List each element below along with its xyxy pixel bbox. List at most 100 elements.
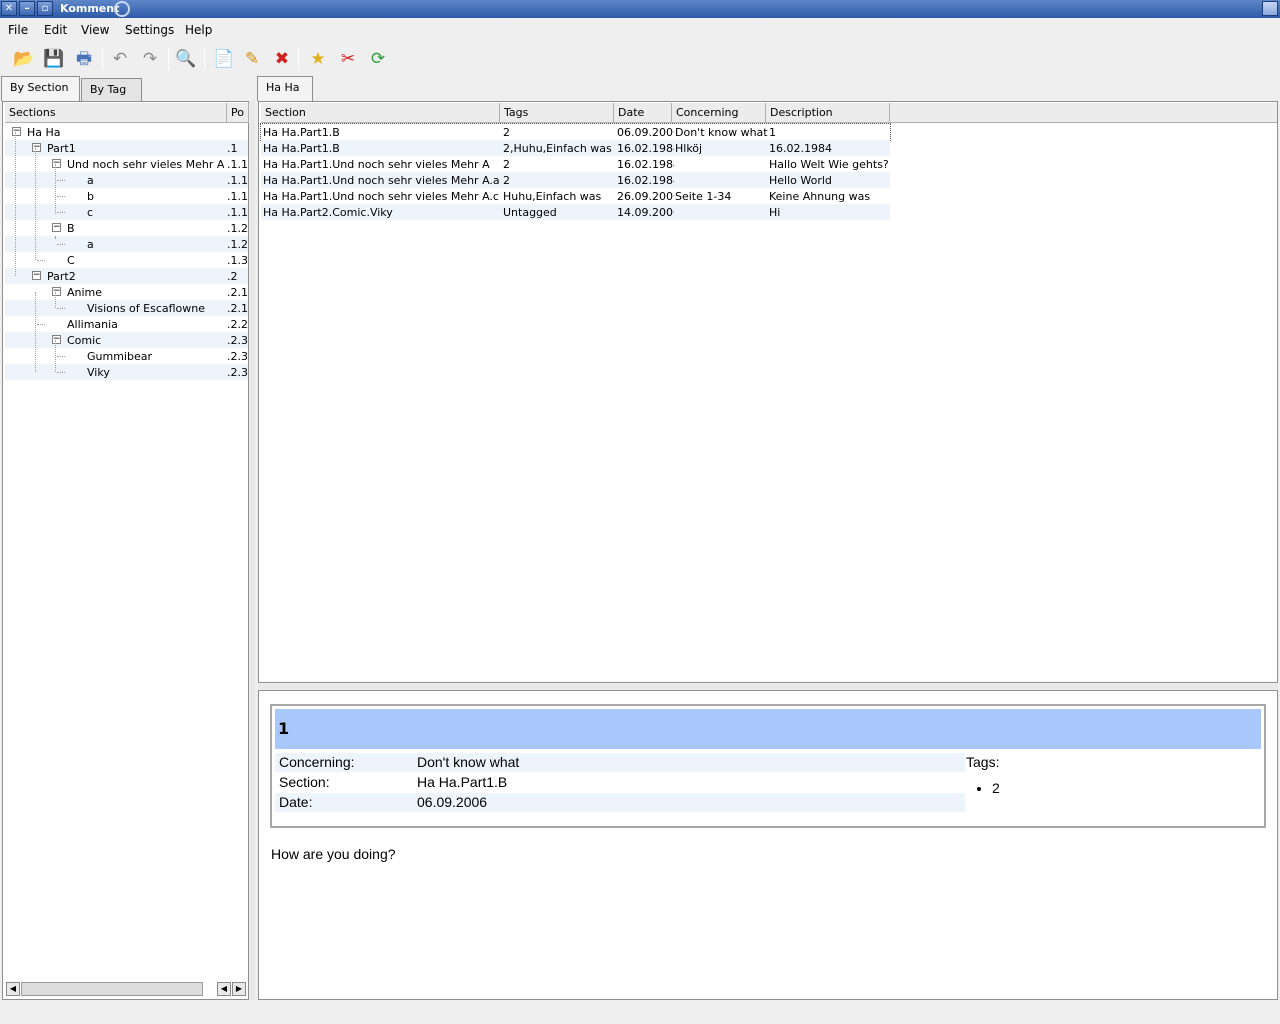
add-section-icon[interactable]: ★ xyxy=(306,47,330,71)
tab-document[interactable]: Ha Ha xyxy=(257,76,313,101)
collapse-icon[interactable]: − xyxy=(52,223,61,232)
tree-row[interactable]: Viky .2.3 xyxy=(5,364,248,380)
comment-row[interactable]: Ha Ha.Part1.Und noch sehr vieles Mehr A.… xyxy=(261,188,890,204)
rename-section-icon[interactable]: ⟳ xyxy=(366,47,390,71)
comment-cell: Ha Ha.Part1.Und noch sehr vieles Mehr A.… xyxy=(263,190,499,203)
comment-row[interactable]: Ha Ha.Part1.B 2,Huhu,Einfach was 16.02.198… xyxy=(261,140,890,156)
scroll-left-icon[interactable]: ◀ xyxy=(217,982,231,996)
collapse-icon[interactable]: − xyxy=(52,159,61,168)
menu-view[interactable]: View xyxy=(81,23,109,37)
tree-item-label[interactable]: Part1 xyxy=(47,142,76,155)
edit-comment-icon[interactable]: ✎ xyxy=(240,47,264,71)
sections-column-header[interactable]: Sections xyxy=(5,103,227,123)
maximize-window-button[interactable]: ▫ xyxy=(37,1,53,16)
comments-table[interactable]: Section Tags Date Concerning Description… xyxy=(258,101,1278,683)
find-icon[interactable]: 🔍 xyxy=(174,47,198,71)
tree-item-label[interactable]: a xyxy=(87,174,94,187)
tree-row[interactable]: b .1.1 xyxy=(5,188,248,204)
minimize-window-button[interactable]: – xyxy=(19,1,35,16)
horizontal-splitter[interactable] xyxy=(258,684,1278,689)
column-header-description[interactable]: Description xyxy=(766,103,890,123)
column-header-section[interactable]: Section xyxy=(261,103,500,123)
collapse-icon[interactable]: − xyxy=(12,127,21,136)
undo-icon[interactable]: ↶ xyxy=(108,47,132,71)
tab-by-section[interactable]: By Section xyxy=(1,76,80,101)
tree-item-position: .1.1 xyxy=(227,158,248,171)
redo-icon[interactable]: ↷ xyxy=(138,47,162,71)
collapse-icon[interactable]: − xyxy=(52,335,61,344)
tree-item-position: .1.2 xyxy=(227,222,248,235)
tree-item-label[interactable]: Visions of Escaflowne xyxy=(87,302,205,315)
menu-settings[interactable]: Settings xyxy=(125,23,174,37)
tree-row[interactable]: − Comic .2.3 xyxy=(5,332,248,348)
tree-row[interactable]: a .1.1 xyxy=(5,172,248,188)
collapse-icon[interactable]: − xyxy=(32,271,41,280)
tree-item-label[interactable]: Und noch sehr vieles Mehr A xyxy=(67,158,224,171)
tree-row[interactable]: − Ha Ha xyxy=(5,124,248,140)
tab-by-tag[interactable]: By Tag xyxy=(81,78,142,101)
tree-item-label[interactable]: C xyxy=(67,254,75,267)
tree-item-label[interactable]: b xyxy=(87,190,94,203)
tree-item-label[interactable]: c xyxy=(87,206,93,219)
comment-row[interactable]: Ha Ha.Part1.Und noch sehr vieles Mehr A.… xyxy=(261,172,890,188)
tree-item-label[interactable]: Anime xyxy=(67,286,102,299)
menu-bar: File Edit View Settings Help xyxy=(0,20,1280,40)
tree-item-label[interactable]: Gummibear xyxy=(87,350,152,363)
tree-item-label[interactable]: a xyxy=(87,238,94,251)
tree-row[interactable]: C .1.3 xyxy=(5,252,248,268)
detail-row-section: Section: Ha Ha.Part1.B xyxy=(275,773,965,792)
tag-item: 2 xyxy=(992,780,1000,796)
tree-row[interactable]: − B .1.2 xyxy=(5,220,248,236)
tree-row[interactable]: Gummibear .2.3 xyxy=(5,348,248,364)
menu-edit[interactable]: Edit xyxy=(44,23,67,37)
save-icon[interactable]: 💾 xyxy=(42,47,66,71)
tree-item-label[interactable]: Viky xyxy=(87,366,110,379)
tree-row[interactable]: − Anime .2.1 xyxy=(5,284,248,300)
tags-label: Tags: xyxy=(966,754,1000,770)
position-column-header[interactable]: Po xyxy=(227,103,249,123)
print-icon[interactable]: 🖶 xyxy=(72,47,96,71)
comment-row[interactable]: Ha Ha.Part2.Comic.Viky Untagged 14.09.2006… xyxy=(261,204,890,220)
close-window-button[interactable]: ✕ xyxy=(1,1,17,16)
tree-item-position: .2.3 xyxy=(227,350,248,363)
tree-item-label[interactable]: Ha Ha xyxy=(27,126,61,139)
sections-tree[interactable]: Sections Po − Ha Ha − Part1.1− Und noch sehr… xyxy=(2,101,249,1000)
collapse-icon[interactable]: − xyxy=(52,287,61,296)
column-header-date[interactable]: Date xyxy=(614,103,672,123)
tree-row[interactable]: − Part1 .1 xyxy=(5,140,248,156)
comment-cell: Ha Ha.Part1.B xyxy=(263,142,340,155)
horizontal-scrollbar-thumb[interactable] xyxy=(21,982,203,996)
comment-cell: 16.02.1984 xyxy=(769,142,832,155)
tree-item-label[interactable]: Part2 xyxy=(47,270,76,283)
delete-comment-icon[interactable]: ✖ xyxy=(270,47,294,71)
scroll-left-icon[interactable]: ◀ xyxy=(6,982,20,996)
tree-connector xyxy=(57,356,65,357)
comment-body: How are you doing? xyxy=(271,846,396,862)
tree-item-label[interactable]: B xyxy=(67,222,75,235)
open-folder-icon[interactable]: 📂 xyxy=(12,47,36,71)
tree-item-label[interactable]: Allimania xyxy=(67,318,118,331)
column-header-tags[interactable]: Tags xyxy=(500,103,614,123)
scroll-right-icon[interactable]: ▶ xyxy=(232,982,246,996)
tree-item-position: .2.3 xyxy=(227,366,248,379)
new-comment-icon[interactable]: 📄 xyxy=(212,47,236,71)
collapse-icon[interactable]: − xyxy=(32,143,41,152)
tree-row[interactable]: Visions of Escaflowne .2.1 xyxy=(5,300,248,316)
remove-section-icon[interactable]: ✂ xyxy=(336,47,360,71)
tree-row[interactable]: − Und noch sehr vieles Mehr A .1.1 xyxy=(5,156,248,172)
date-value: 06.09.2006 xyxy=(417,794,488,810)
comment-cell: Hallo Welt Wie gehts? xyxy=(769,158,889,171)
tree-row[interactable]: c .1.1 xyxy=(5,204,248,220)
column-header-concerning[interactable]: Concerning xyxy=(672,103,766,123)
comment-row[interactable]: Ha Ha.Part1.B 2 06.09.2006 Don't know what 1 xyxy=(260,123,891,141)
comment-row[interactable]: Ha Ha.Part1.Und noch sehr vieles Mehr A 2… xyxy=(261,156,890,172)
tree-row[interactable]: a .1.2 xyxy=(5,236,248,252)
tree-row[interactable]: Allimania .2.2 xyxy=(5,316,248,332)
window-menu-icon[interactable] xyxy=(1262,1,1278,16)
menu-file[interactable]: File xyxy=(8,23,28,37)
tree-item-label[interactable]: Comic xyxy=(67,334,101,347)
comment-cell: 2 xyxy=(503,158,510,171)
vertical-splitter[interactable] xyxy=(250,101,255,1000)
tree-row[interactable]: − Part2 .2 xyxy=(5,268,248,284)
menu-help[interactable]: Help xyxy=(185,23,212,37)
